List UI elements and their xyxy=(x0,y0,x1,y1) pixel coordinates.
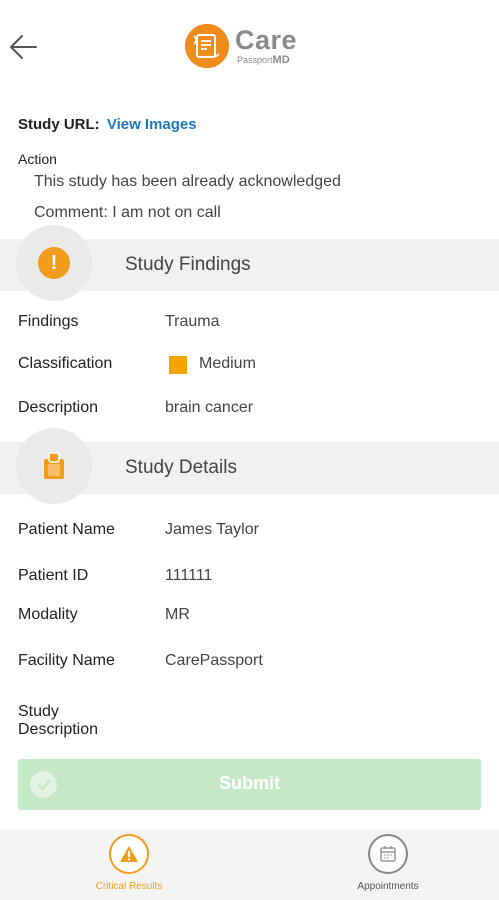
facility-name-value: CarePassport xyxy=(165,652,263,669)
submit-button[interactable]: Submit xyxy=(18,759,481,810)
nav-appointments[interactable]: Appointments xyxy=(298,829,478,900)
study-findings-title: Study Findings xyxy=(125,254,251,275)
logo-mark-icon xyxy=(185,24,229,68)
back-button[interactable] xyxy=(6,30,40,64)
study-findings-banner: ! Study Findings xyxy=(0,225,499,301)
nav-critical-results[interactable]: Critical Results xyxy=(39,829,219,900)
top-header: Care PassportMD xyxy=(0,0,499,90)
app-root: Care PassportMD Study URL: View Images A… xyxy=(0,0,499,900)
patient-name-label: Patient Name xyxy=(18,521,115,538)
calendar-icon xyxy=(368,834,408,874)
patient-id-label: Patient ID xyxy=(18,567,89,584)
bottom-navigation: Critical Results Appointments xyxy=(0,829,499,900)
view-images-link[interactable]: View Images xyxy=(107,116,197,133)
submit-label: Submit xyxy=(219,773,280,793)
logo-sub-text: PassportMD xyxy=(237,53,290,66)
classification-value: Medium xyxy=(199,355,256,372)
modality-label: Modality xyxy=(18,606,78,623)
description-label: Description xyxy=(18,399,99,416)
findings-badge: ! xyxy=(16,225,92,301)
study-details-banner: Study Details xyxy=(0,428,499,504)
nav-critical-results-label: Critical Results xyxy=(95,881,163,892)
back-arrow-icon xyxy=(10,35,37,59)
comment-text: Comment: I am not on call xyxy=(34,204,221,221)
warning-icon xyxy=(109,834,149,874)
app-logo: Care PassportMD xyxy=(185,22,297,70)
modality-value: MR xyxy=(165,606,190,623)
details-badge xyxy=(16,428,92,504)
logo-care-text: Care xyxy=(235,24,298,55)
study-url-row: Study URL: View Images xyxy=(18,116,197,133)
action-label: Action xyxy=(18,151,57,167)
action-status-text: This study has been already acknowledged xyxy=(34,173,341,190)
nav-appointments-label: Appointments xyxy=(357,881,419,892)
alert-icon: ! xyxy=(38,247,70,279)
patient-name-value: James Taylor xyxy=(165,521,259,538)
classification-color-swatch xyxy=(169,356,187,374)
classification-label: Classification xyxy=(18,355,113,372)
study-description-label: Study Description xyxy=(18,703,99,738)
patient-icon xyxy=(38,450,70,482)
study-details-title: Study Details xyxy=(125,457,237,478)
findings-value: Trauma xyxy=(165,313,220,330)
findings-label: Findings xyxy=(18,313,79,330)
study-url-label: Study URL: xyxy=(18,116,100,133)
patient-id-value: 111111 xyxy=(165,567,213,584)
description-value: brain cancer xyxy=(165,399,254,416)
facility-name-label: Facility Name xyxy=(18,652,115,669)
